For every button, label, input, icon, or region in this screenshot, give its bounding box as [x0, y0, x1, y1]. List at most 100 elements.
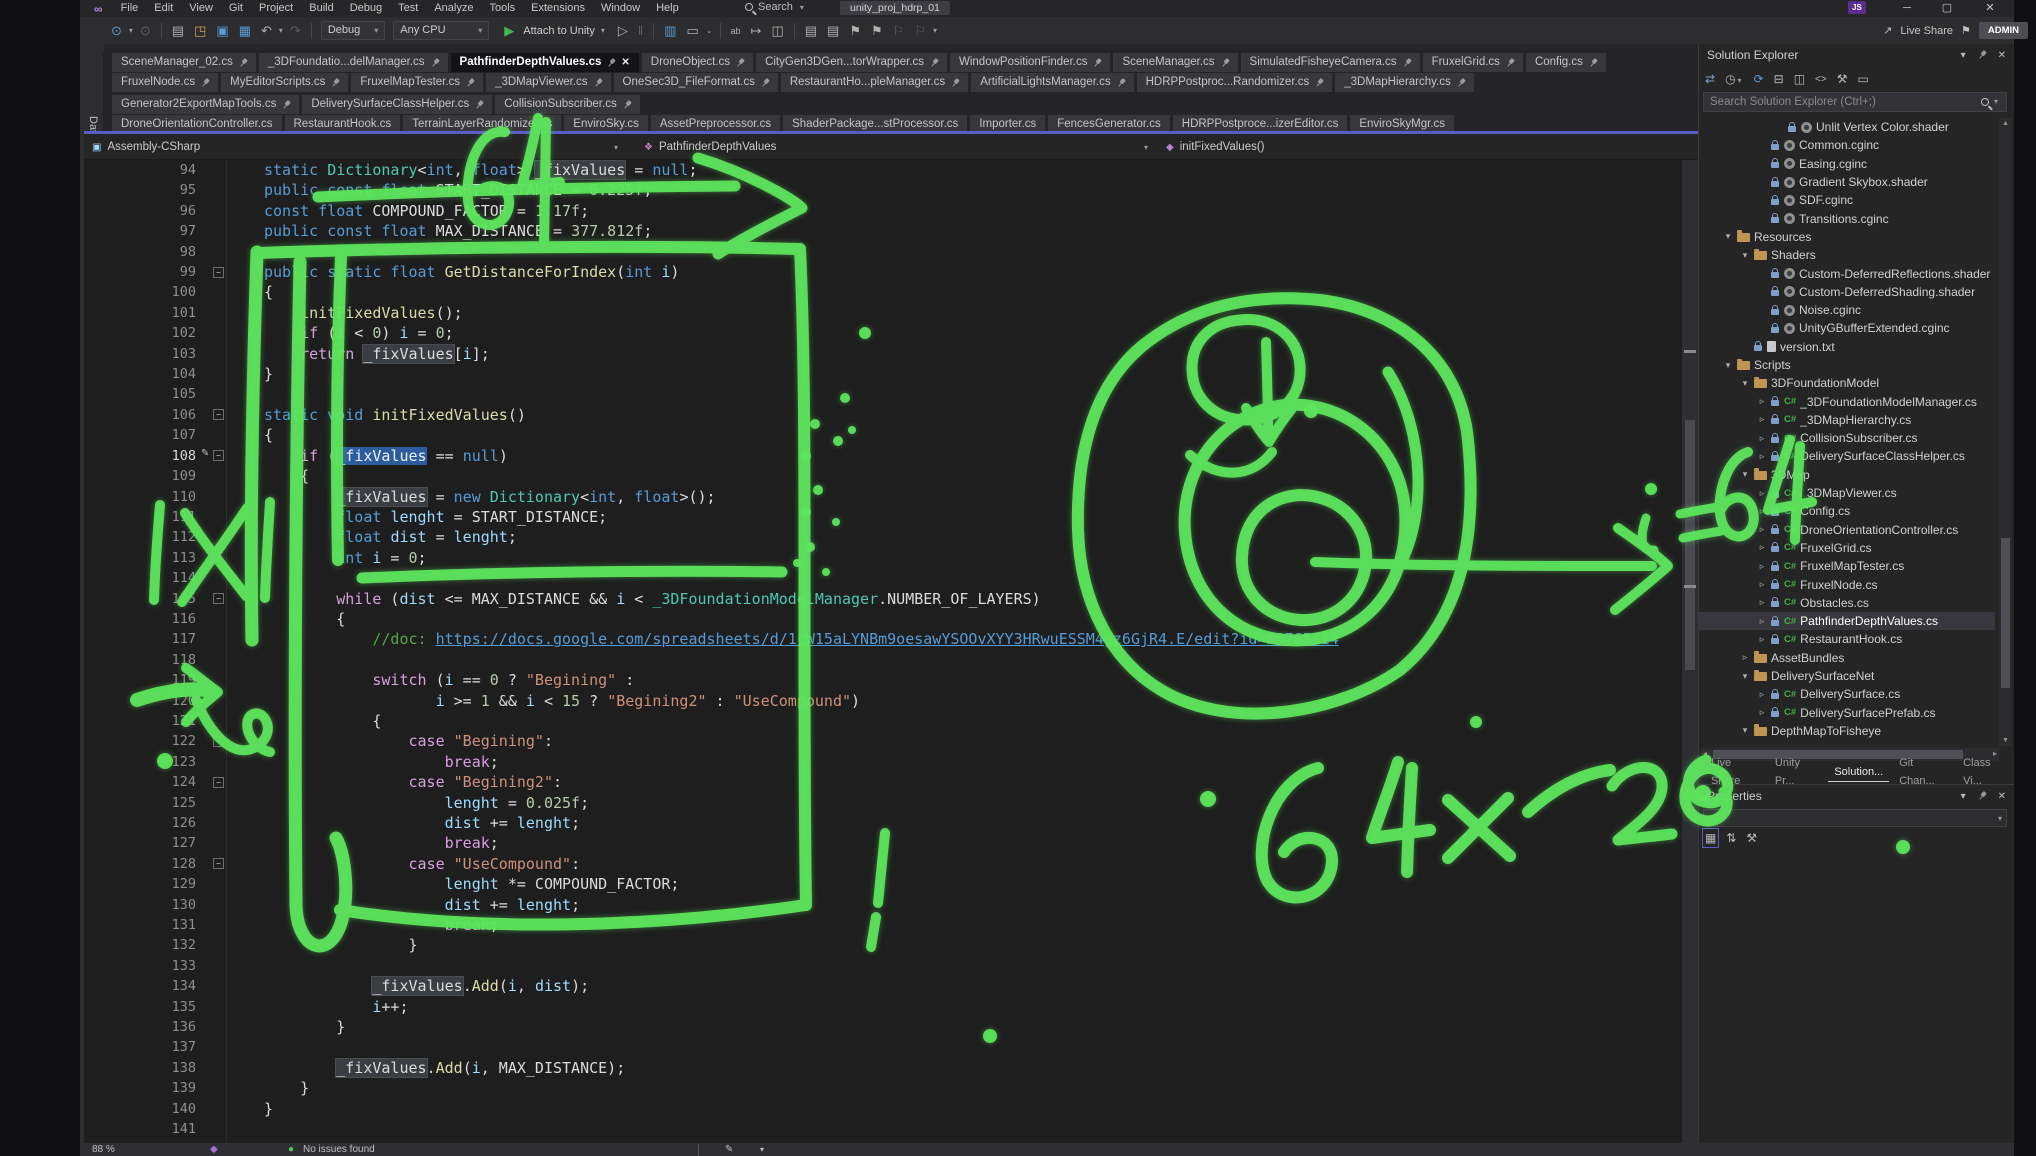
pin-icon[interactable] [620, 98, 633, 111]
tree-item[interactable]: ▹C#Obstacles.cs [1699, 594, 1995, 612]
menu-item[interactable]: Test [390, 0, 426, 17]
type-dropdown[interactable]: ❖ PathfinderDepthValues [644, 134, 776, 160]
solution-platforms-dropdown[interactable]: Any CPU▾ [393, 21, 489, 40]
chevron-down-icon[interactable]: ▾ [277, 26, 285, 35]
code-line[interactable]: 116 { [84, 609, 1682, 629]
tree-item[interactable]: ▹C#_3DMapViewer.cs [1699, 484, 1995, 502]
collapsed-arrow-icon[interactable]: ▹ [1757, 707, 1767, 718]
code-line[interactable]: 120 i >= 1 && i < 15 ? "Begining2" : "Us… [84, 691, 1682, 711]
navigate-cursor-icon[interactable]: ↦ [746, 23, 767, 39]
collapsed-arrow-icon[interactable]: ▹ [1757, 414, 1767, 425]
save-icon[interactable]: ▣ [211, 23, 233, 39]
pause-icon[interactable]: ‖ [633, 23, 648, 38]
bookmark-next-icon[interactable]: ⚐ [888, 23, 910, 39]
code-line[interactable]: 134 _fixValues.Add(i, dist); [84, 976, 1682, 996]
refresh-icon[interactable]: ⟳ [1754, 72, 1764, 86]
tree-item[interactable]: Gradient Skybox.shader [1699, 173, 1995, 191]
code-line[interactable]: 140} [84, 1099, 1682, 1119]
collapsed-arrow-icon[interactable]: ▹ [1757, 396, 1767, 407]
collapsed-arrow-icon[interactable]: ▹ [1757, 542, 1767, 553]
editor-tab[interactable]: PathfinderDepthValues.cs✕ [451, 53, 639, 72]
collapsed-arrow-icon[interactable]: ▹ [1757, 506, 1767, 517]
fold-collapse-icon[interactable]: − [213, 409, 224, 420]
bookmark-prev-icon[interactable]: ⚑ [866, 23, 888, 39]
code-line[interactable]: 130 dist += lenght; [84, 895, 1682, 915]
menu-item[interactable]: Build [301, 0, 341, 17]
fold-collapse-icon[interactable]: − [213, 858, 224, 869]
tree-item[interactable]: ▹C#CollisionSubscriber.cs [1699, 429, 1995, 447]
code-line[interactable]: 131 break; [84, 915, 1682, 935]
pin-icon[interactable] [949, 76, 962, 89]
tree-item[interactable]: ▾DepthMapToFisheye [1699, 722, 1995, 740]
tree-item[interactable]: ▹C#FruxelMapTester.cs [1699, 557, 1995, 575]
editor-tab[interactable]: SimulatedFisheyeCamera.cs [1241, 53, 1420, 72]
code-line[interactable]: 139 } [84, 1078, 1682, 1098]
scroll-up-icon[interactable]: ▲ [2002, 120, 2009, 127]
menu-item[interactable]: File [113, 0, 147, 17]
tree-item[interactable]: version.txt [1699, 338, 1995, 356]
document-icon[interactable]: ▥ [659, 23, 681, 39]
live-share-icon[interactable]: ↗ [1883, 24, 1892, 37]
window-layout-icon[interactable]: ◫ [766, 23, 788, 39]
editor-tab[interactable]: SceneManager.cs [1113, 53, 1237, 72]
code-line[interactable]: 99−public static float GetDistanceForInd… [84, 262, 1682, 282]
pin-icon[interactable] [591, 76, 604, 89]
menu-item[interactable]: Analyze [426, 0, 481, 17]
chevron-down-icon[interactable]: ▾ [1144, 134, 1148, 160]
pin-icon[interactable] [1975, 49, 1988, 62]
tree-item[interactable]: ▹C#DroneOrientationController.cs [1699, 521, 1995, 539]
editor-tab[interactable]: FruxelGrid.cs [1423, 53, 1523, 72]
preview-window-icon[interactable]: ▭ [682, 23, 704, 39]
expanded-arrow-icon[interactable]: ▾ [1740, 250, 1750, 261]
project-dropdown[interactable]: ▣ Assembly-CSharp [92, 134, 200, 160]
editor-tab[interactable]: CollisionSubscriber.cs [495, 95, 640, 114]
properties-object-dropdown[interactable]: ▾ [1703, 809, 2007, 827]
fold-collapse-icon[interactable]: − [213, 736, 224, 747]
tree-item[interactable]: ▾3DMap [1699, 466, 1995, 484]
editor-tab[interactable]: DeliverySurfaceClassHelper.cs [302, 95, 492, 114]
editor-tab[interactable]: CityGen3DGen...torWrapper.cs [756, 53, 947, 72]
collapsed-arrow-icon[interactable]: ▹ [1757, 524, 1767, 535]
maximize-button[interactable]: ▢ [1932, 0, 1962, 16]
menu-item[interactable]: Help [648, 0, 687, 17]
pin-icon[interactable] [464, 76, 477, 89]
code-line[interactable]: 119 switch (i == 0 ? "Begining" : [84, 670, 1682, 690]
tree-item[interactable]: Transitions.cginc [1699, 209, 1995, 227]
editor-tab[interactable]: FruxelMapTester.cs [351, 73, 483, 92]
chevron-down-icon[interactable]: ▾ [931, 26, 939, 35]
tree-item[interactable]: ▾DeliverySurfaceNet [1699, 667, 1995, 685]
tree-item[interactable]: Common.cginc [1699, 136, 1995, 154]
editor-tab[interactable]: _3DFoundatio...delManager.cs [259, 53, 448, 72]
chevron-down-icon[interactable]: ▾ [1961, 791, 1966, 802]
collapsed-arrow-icon[interactable]: ▹ [1757, 561, 1767, 572]
pin-icon[interactable] [1587, 56, 1600, 69]
pin-icon[interactable] [473, 98, 486, 111]
code-line[interactable]: 103 return _fixValues[i]; [84, 344, 1682, 364]
menu-item[interactable]: Window [593, 0, 648, 17]
switch-views-icon[interactable]: ⇄ [1705, 72, 1715, 86]
menu-item[interactable]: Extensions [523, 0, 593, 17]
code-line[interactable]: 95public const float START_DISTANCE = 0.… [84, 180, 1682, 200]
collapsed-arrow-icon[interactable]: ▹ [1757, 579, 1767, 590]
close-icon[interactable]: ✕ [621, 53, 629, 72]
redo-icon[interactable]: ↷ [285, 23, 306, 39]
fold-collapse-icon[interactable]: − [213, 777, 224, 788]
navigate-forward-icon[interactable]: ⊙ [135, 23, 156, 39]
editor-tab[interactable]: _3DMapViewer.cs [486, 73, 610, 92]
code-line[interactable]: 109 { [84, 466, 1682, 486]
tree-item[interactable]: ▾3DFoundationModel [1699, 374, 1995, 392]
pin-icon[interactable] [1218, 56, 1231, 69]
properties-wrench-icon[interactable]: ⚒ [1837, 72, 1848, 86]
editor-tab[interactable]: _3DMapHierarchy.cs [1335, 73, 1474, 92]
code-line[interactable]: 104} [84, 364, 1682, 384]
code-line[interactable]: 128− case "UseCompound": [84, 854, 1682, 874]
solution-search-input[interactable]: Search Solution Explorer (Ctrl+;) ▾ [1703, 92, 2007, 112]
open-file-icon[interactable]: ◳ [189, 23, 211, 39]
tree-item[interactable]: ▾Resources [1699, 228, 1995, 246]
fold-collapse-icon[interactable]: − [213, 593, 224, 604]
view-code-icon[interactable]: <> [1815, 74, 1827, 85]
expanded-arrow-icon[interactable]: ▾ [1723, 231, 1733, 242]
editor-tab[interactable]: SceneManager_02.cs [112, 53, 256, 72]
tree-item[interactable]: Noise.cginc [1699, 301, 1995, 319]
tree-scrollbar-thumb[interactable] [2001, 538, 2010, 688]
